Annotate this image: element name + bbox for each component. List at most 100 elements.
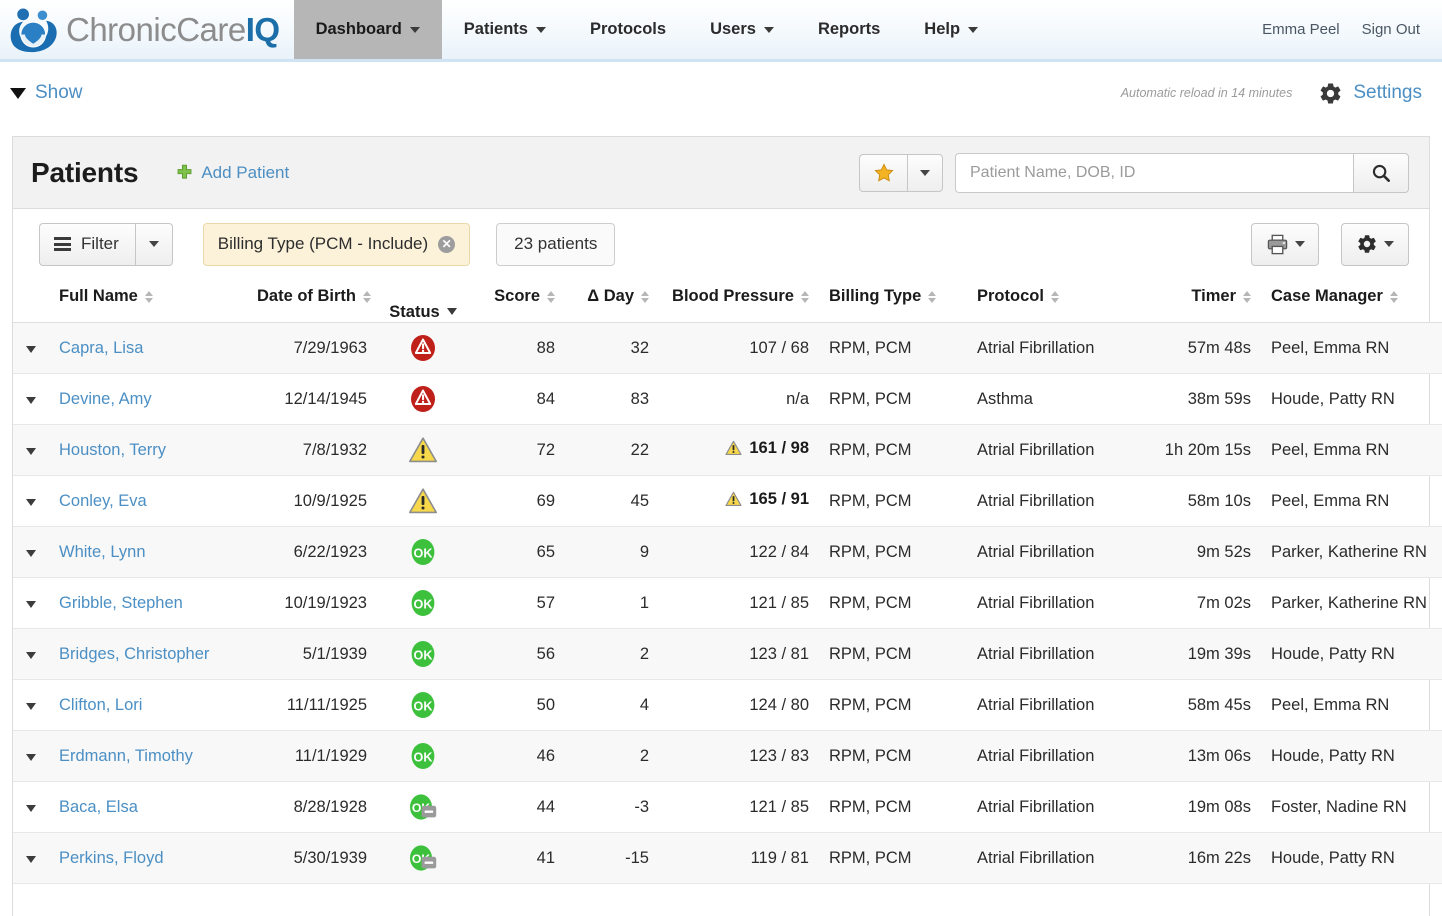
column-header-status[interactable]: Status	[377, 279, 469, 323]
patient-count-badge[interactable]: 23 patients	[496, 223, 615, 266]
cell-date-of-birth: 8/28/1928	[247, 782, 377, 833]
current-user-name[interactable]: Emma Peel	[1262, 21, 1340, 38]
patient-name-link[interactable]: Bridges, Christopher	[59, 645, 209, 663]
table-row[interactable]: Devine, Amy12/14/19458483n/aRPM, PCMAsth…	[13, 374, 1442, 425]
sign-out-link[interactable]: Sign Out	[1362, 21, 1420, 38]
column-header-proto[interactable]: Protocol	[967, 279, 1137, 323]
column-header-day[interactable]: Δ Day	[565, 279, 659, 323]
chevron-down-icon[interactable]	[26, 550, 36, 557]
table-row[interactable]: Houston, Terry7/8/19327222161 / 98RPM, P…	[13, 425, 1442, 476]
cell-status: OK	[377, 782, 469, 833]
column-header-inner: Status	[389, 303, 456, 322]
column-header-inner: Timer	[1191, 287, 1251, 306]
chevron-down-icon[interactable]	[26, 856, 36, 863]
filter-button[interactable]: Filter	[39, 223, 135, 266]
patient-name-link[interactable]: Gribble, Stephen	[59, 594, 183, 612]
close-circle-icon[interactable]: ✕	[438, 236, 455, 253]
column-header-score[interactable]: Score	[469, 279, 565, 323]
patient-name-link[interactable]: Conley, Eva	[59, 492, 147, 510]
row-expand-cell[interactable]	[13, 680, 49, 731]
table-row[interactable]: Clifton, Lori11/11/1925OK504124 / 80RPM,…	[13, 680, 1442, 731]
row-expand-cell[interactable]	[13, 476, 49, 527]
patient-name-link[interactable]: Baca, Elsa	[59, 798, 138, 816]
chevron-down-icon[interactable]	[26, 499, 36, 506]
column-header-timer[interactable]: Timer	[1137, 279, 1261, 323]
chevron-down-icon[interactable]	[26, 703, 36, 710]
table-row[interactable]: White, Lynn6/22/1923OK659122 / 84RPM, PC…	[13, 527, 1442, 578]
row-expand-cell[interactable]	[13, 782, 49, 833]
sort-descending-icon[interactable]	[447, 308, 457, 315]
patient-name-link[interactable]: Clifton, Lori	[59, 696, 142, 714]
active-filter-chip[interactable]: Billing Type (PCM - Include) ✕	[203, 223, 470, 266]
table-settings-button[interactable]	[1341, 223, 1409, 266]
sort-toggle-icon[interactable]	[1051, 291, 1059, 303]
sort-toggle-icon[interactable]	[1390, 291, 1398, 303]
sort-toggle-icon[interactable]	[928, 291, 936, 303]
row-expand-cell[interactable]	[13, 629, 49, 680]
show-filters-toggle[interactable]: Show	[10, 82, 83, 104]
nav-item-reports[interactable]: Reports	[796, 0, 902, 59]
settings-link[interactable]: Settings	[1318, 81, 1422, 106]
table-row[interactable]: Bridges, Christopher5/1/1939OK562123 / 8…	[13, 629, 1442, 680]
search-button[interactable]	[1353, 153, 1409, 193]
table-row[interactable]: Capra, Lisa7/29/19638832107 / 68RPM, PCM…	[13, 323, 1442, 374]
sort-toggle-icon[interactable]	[363, 291, 371, 303]
table-row[interactable]: Perkins, Floyd5/30/1939OK41-15119 / 81RP…	[13, 833, 1442, 884]
row-expand-cell[interactable]	[13, 527, 49, 578]
sort-toggle-icon[interactable]	[801, 291, 809, 303]
cell-delta-day: 45	[565, 476, 659, 527]
sort-toggle-icon[interactable]	[547, 291, 555, 303]
chevron-down-icon[interactable]	[26, 601, 36, 608]
patient-name-link[interactable]: Houston, Terry	[59, 441, 166, 459]
sort-toggle-icon[interactable]	[145, 291, 153, 303]
patient-name-link[interactable]: Perkins, Floyd	[59, 849, 164, 867]
chevron-down-icon[interactable]	[26, 805, 36, 812]
chevron-down-icon[interactable]	[26, 652, 36, 659]
cell-status: OK	[377, 680, 469, 731]
chevron-down-icon[interactable]	[26, 448, 36, 455]
chevron-down-icon[interactable]	[26, 754, 36, 761]
table-row[interactable]: Conley, Eva10/9/19256945165 / 91RPM, PCM…	[13, 476, 1442, 527]
row-expand-cell[interactable]	[13, 374, 49, 425]
nav-item-users[interactable]: Users	[688, 0, 796, 59]
sort-toggle-icon[interactable]	[1243, 291, 1251, 303]
cell-timer: 38m 59s	[1137, 374, 1261, 425]
column-header-bill[interactable]: Billing Type	[819, 279, 967, 323]
cell-full-name: Gribble, Stephen	[49, 578, 247, 629]
brand-logo-area[interactable]: ChronicCareIQ	[0, 0, 294, 59]
column-header-bp[interactable]: Blood Pressure	[659, 279, 819, 323]
patient-name-link[interactable]: Devine, Amy	[59, 390, 152, 408]
nav-item-dashboard[interactable]: Dashboard	[294, 0, 442, 59]
table-row[interactable]: Gribble, Stephen10/19/1923OK571121 / 85R…	[13, 578, 1442, 629]
row-expand-cell[interactable]	[13, 731, 49, 782]
nav-item-patients[interactable]: Patients	[442, 0, 568, 59]
chevron-down-icon[interactable]	[26, 397, 36, 404]
favorites-button[interactable]	[859, 154, 907, 192]
status-alert-icon	[409, 384, 437, 414]
filter-dropdown-button[interactable]	[135, 223, 173, 266]
patient-name-link[interactable]: Erdmann, Timothy	[59, 747, 193, 765]
row-expand-cell[interactable]	[13, 425, 49, 476]
print-button[interactable]	[1251, 223, 1319, 266]
chevron-down-icon[interactable]	[26, 346, 36, 353]
row-expand-cell[interactable]	[13, 833, 49, 884]
row-expand-cell[interactable]	[13, 578, 49, 629]
cell-case-manager: Parker, Katherine RN	[1261, 527, 1442, 578]
cell-blood-pressure: 107 / 68	[659, 323, 819, 374]
table-row[interactable]: Erdmann, Timothy11/1/1929OK462123 / 83RP…	[13, 731, 1442, 782]
patient-name-link[interactable]: Capra, Lisa	[59, 339, 143, 357]
sort-toggle-icon[interactable]	[641, 291, 649, 303]
patient-name-link[interactable]: White, Lynn	[59, 543, 146, 561]
cell-score: 41	[469, 833, 565, 884]
nav-item-help[interactable]: Help	[902, 0, 1000, 59]
column-header-cm[interactable]: Case Manager	[1261, 279, 1442, 323]
column-header-name[interactable]: Full Name	[49, 279, 247, 323]
column-header-dob[interactable]: Date of Birth	[247, 279, 377, 323]
favorites-dropdown-button[interactable]	[907, 154, 943, 192]
table-row[interactable]: Baca, Elsa8/28/1928OK44-3121 / 85RPM, PC…	[13, 782, 1442, 833]
add-patient-button[interactable]: Add Patient	[176, 163, 289, 183]
nav-item-protocols[interactable]: Protocols	[568, 0, 688, 59]
cell-billing-type: RPM, PCM	[819, 476, 967, 527]
row-expand-cell[interactable]	[13, 323, 49, 374]
search-input[interactable]	[955, 153, 1353, 193]
